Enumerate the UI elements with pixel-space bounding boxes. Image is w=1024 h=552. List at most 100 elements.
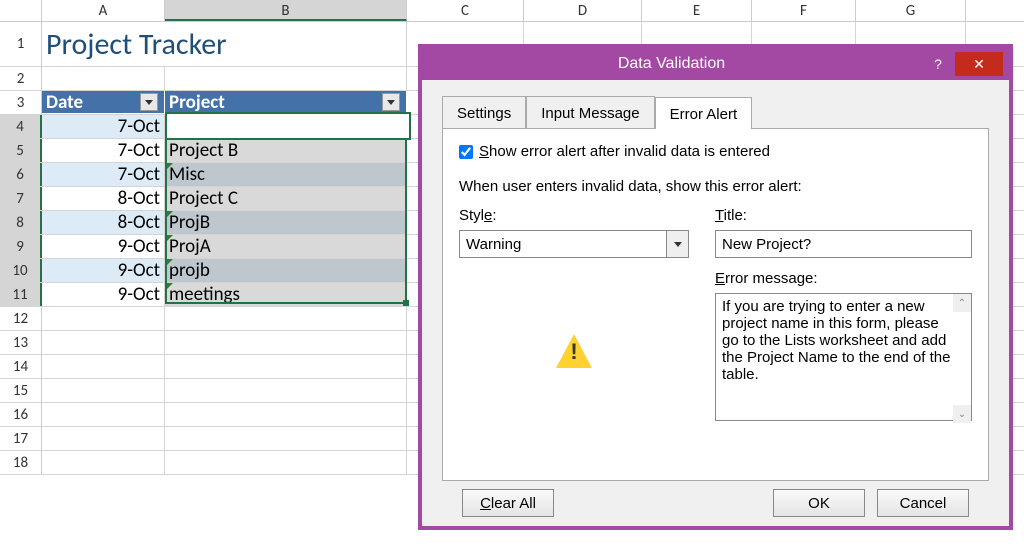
filter-button-project[interactable] [382,93,400,111]
cell[interactable] [42,331,165,354]
ok-button[interactable]: OK [773,489,865,517]
col-header-b[interactable]: B [165,0,407,21]
scroll-up-button[interactable]: ⌃ [953,294,971,312]
table-header-date-label: Date [46,91,83,114]
project-cell[interactable]: ProjA [165,235,407,258]
project-cell[interactable]: Project A [165,115,407,138]
row-header-2[interactable]: 2 [0,67,42,90]
dialog-tabs: Settings Input Message Error Alert [442,96,989,129]
chevron-down-icon [387,100,395,105]
clear-all-button[interactable]: Clear All [462,489,554,517]
date-cell[interactable]: 7-Oct [42,139,165,162]
error-message-textarea[interactable] [715,293,972,421]
title-cell[interactable]: Project Tracker [42,22,407,66]
cell[interactable] [42,403,165,426]
project-cell[interactable]: projb [165,259,407,282]
col-header-e[interactable]: E [642,0,752,21]
cell[interactable] [165,403,407,426]
show-error-alert-checkbox[interactable] [459,145,473,159]
scroll-down-button[interactable]: ⌄ [953,405,971,423]
row-header-5[interactable]: 5 [0,139,42,162]
data-validation-dialog: Data Validation ? ✕ Settings Input Messa… [418,44,1013,530]
row-header-6[interactable]: 6 [0,163,42,186]
col-header-d[interactable]: D [524,0,642,21]
intro-text: When user enters invalid data, show this… [459,178,972,195]
project-cell-text: Project B [169,139,238,162]
cell[interactable] [165,307,407,330]
select-all-corner[interactable] [0,0,42,21]
project-cell-text: meetings [169,283,240,306]
table-header-date[interactable]: Date [42,91,165,114]
cell[interactable] [42,379,165,402]
style-value: Warning [466,236,521,253]
tab-input-message[interactable]: Input Message [526,96,654,128]
row-header-10[interactable]: 10 [0,259,42,282]
table-header-project[interactable]: Project [165,91,407,114]
cell[interactable] [42,307,165,330]
date-cell[interactable]: 9-Oct [42,259,165,282]
tab-panel-error-alert: SShow error alert after invalid data is … [442,129,989,481]
dialog-title: Data Validation [422,55,921,73]
tab-error-alert[interactable]: Error Alert [655,97,753,129]
row-header-8[interactable]: 8 [0,211,42,234]
project-cell[interactable]: meetings [165,283,407,306]
cell[interactable] [165,379,407,402]
project-cell[interactable]: Project C [165,187,407,210]
row-header-17[interactable]: 17 [0,427,42,450]
help-button[interactable]: ? [921,52,955,76]
row-header-4[interactable]: 4 [0,115,42,138]
date-cell[interactable]: 9-Oct [42,283,165,306]
row-header-15[interactable]: 15 [0,379,42,402]
col-header-f[interactable]: F [752,0,856,21]
date-cell[interactable]: 7-Oct [42,115,165,138]
style-select[interactable]: Warning [459,230,689,258]
error-indicator-icon [165,259,173,267]
error-message-label: Error message: [715,270,972,287]
filter-button-date[interactable] [140,93,158,111]
date-cell[interactable]: 8-Oct [42,211,165,234]
row-header-7[interactable]: 7 [0,187,42,210]
cancel-button[interactable]: Cancel [877,489,969,517]
col-header-g[interactable]: G [856,0,966,21]
dialog-title-bar[interactable]: Data Validation ? ✕ [422,48,1009,80]
date-cell[interactable]: 9-Oct [42,235,165,258]
cell[interactable] [42,451,165,474]
date-cell[interactable]: 8-Oct [42,187,165,210]
row-header-11[interactable]: 11 [0,283,42,306]
cell[interactable] [165,451,407,474]
error-indicator-icon [165,163,173,171]
row-header-14[interactable]: 14 [0,355,42,378]
tab-settings[interactable]: Settings [442,96,526,128]
row-header-1[interactable]: 1 [0,22,42,66]
project-cell[interactable]: Project B [165,139,407,162]
col-header-a[interactable]: A [42,0,165,21]
project-cell[interactable]: ProjB [165,211,407,234]
row-header-9[interactable]: 9 [0,235,42,258]
project-cell-text: Project A [169,115,239,138]
cell[interactable] [165,331,407,354]
project-cell[interactable]: Misc [165,163,407,186]
style-dropdown-button[interactable] [666,231,688,257]
style-label: Style: [459,207,689,224]
row-header-16[interactable]: 16 [0,403,42,426]
close-button[interactable]: ✕ [955,52,1003,76]
title-input[interactable] [715,230,972,258]
row-header-3[interactable]: 3 [0,91,42,114]
row-header-13[interactable]: 13 [0,331,42,354]
warning-icon [554,332,594,372]
column-header-row: A B C D E F G [0,0,1024,22]
chevron-down-icon [674,242,682,247]
date-cell[interactable]: 7-Oct [42,163,165,186]
project-cell-text: ProjA [169,235,211,258]
row-header-12[interactable]: 12 [0,307,42,330]
cell[interactable] [165,355,407,378]
col-header-c[interactable]: C [407,0,524,21]
error-indicator-icon [165,235,173,243]
cell[interactable] [165,67,407,90]
cell[interactable] [165,427,407,450]
row-header-18[interactable]: 18 [0,451,42,474]
cell[interactable] [42,427,165,450]
cell[interactable] [42,355,165,378]
table-header-project-label: Project [169,91,225,114]
cell[interactable] [42,67,165,90]
